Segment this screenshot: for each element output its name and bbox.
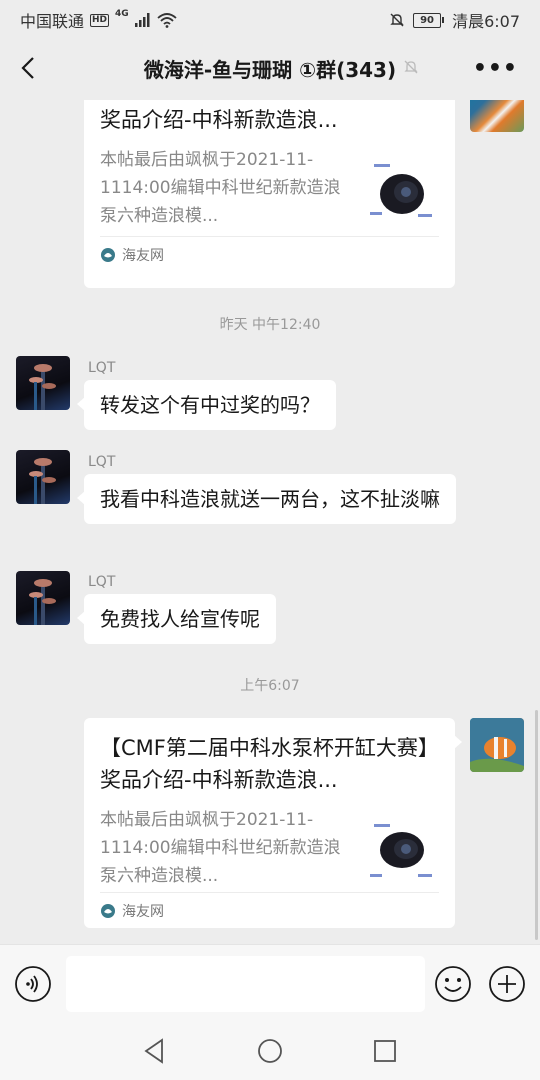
text-message[interactable]: 我看中科造浪就送一两台，这不扯淡嘛 bbox=[77, 474, 456, 524]
message-list[interactable]: 【CMF第二届中科水泵杯开缸大赛】奖品介绍-中科新款造浪... 本帖最后由飒枫于… bbox=[0, 100, 540, 944]
avatar-image bbox=[29, 458, 56, 504]
status-time: 清晨6:07 bbox=[452, 12, 520, 31]
circle-home-icon[interactable] bbox=[255, 1036, 285, 1066]
battery-level: 90 bbox=[413, 12, 442, 28]
chat-header: 微海洋-鱼与珊瑚 ①群(343) ••• bbox=[0, 36, 540, 100]
dnd-bell-icon bbox=[390, 13, 404, 27]
card-source: 海友网 bbox=[100, 236, 439, 265]
scrollbar[interactable] bbox=[535, 710, 538, 940]
timestamp: 上午6:07 bbox=[240, 678, 300, 694]
my-avatar[interactable] bbox=[470, 718, 524, 772]
avatar-image bbox=[470, 718, 524, 772]
card-source-label: 海友网 bbox=[122, 904, 164, 920]
hd-badge: HD bbox=[90, 13, 110, 27]
carrier-label: 中国联通 bbox=[20, 12, 85, 31]
sender-avatar[interactable] bbox=[16, 571, 70, 625]
card-description: 本帖最后由飒枫于2021-11-1114:00编辑中科世纪新款造浪泵六种造浪模.… bbox=[100, 810, 341, 886]
card-source: 海友网 bbox=[100, 892, 439, 921]
sender-name: LQT bbox=[88, 574, 116, 590]
timestamp: 昨天 中午12:40 bbox=[219, 317, 321, 333]
text-message[interactable]: 免费找人给宣传呢 bbox=[77, 594, 276, 644]
chat-title: 微海洋-鱼与珊瑚 ①群(343) bbox=[143, 58, 397, 82]
card-title: 【CMF第二届中科水泵杯开缸大赛】奖品介绍-中科新款造浪... bbox=[100, 736, 439, 792]
battery-indicator: 90 bbox=[413, 12, 445, 28]
bell-muted-icon bbox=[404, 60, 418, 74]
status-bar: 中国联通 HD 4G 90 清晨6:07 bbox=[0, 0, 540, 36]
square-recent-icon[interactable] bbox=[370, 1036, 400, 1066]
card-source-label: 海友网 bbox=[122, 248, 164, 264]
sender-avatar[interactable] bbox=[16, 450, 70, 504]
message-input[interactable] bbox=[66, 956, 425, 1012]
text-message[interactable]: 转发这个有中过奖的吗？ bbox=[77, 380, 336, 430]
wifi-icon bbox=[157, 13, 177, 28]
input-bar bbox=[0, 944, 540, 1025]
pump-thumbnail-image bbox=[366, 156, 438, 228]
my-avatar[interactable] bbox=[470, 100, 524, 132]
network-label: 4G bbox=[115, 9, 129, 19]
triangle-back-icon[interactable] bbox=[140, 1036, 170, 1066]
emoji-icon[interactable] bbox=[434, 965, 472, 1003]
haiyou-logo-icon bbox=[101, 248, 115, 262]
system-nav-bar bbox=[0, 1024, 540, 1080]
more-dots-icon[interactable]: ••• bbox=[473, 56, 518, 81]
link-card-message[interactable]: 【CMF第二届中科水泵杯开缸大赛】奖品介绍-中科新款造浪... 本帖最后由飒枫于… bbox=[84, 100, 455, 288]
sender-name: LQT bbox=[88, 360, 116, 376]
link-card-message[interactable]: 【CMF第二届中科水泵杯开缸大赛】奖品介绍-中科新款造浪... 本帖最后由飒枫于… bbox=[84, 718, 462, 928]
card-description: 本帖最后由飒枫于2021-11-1114:00编辑中科世纪新款造浪泵六种造浪模.… bbox=[100, 150, 341, 226]
signal-icon bbox=[134, 13, 150, 27]
haiyou-logo-icon bbox=[101, 904, 115, 918]
sender-name: LQT bbox=[88, 454, 116, 470]
avatar-image bbox=[29, 579, 56, 625]
card-title: 【CMF第二届中科水泵杯开缸大赛】奖品介绍-中科新款造浪... bbox=[100, 108, 338, 132]
avatar-image bbox=[29, 364, 56, 410]
voice-icon[interactable] bbox=[14, 965, 52, 1003]
plus-icon[interactable] bbox=[488, 965, 526, 1003]
sender-avatar[interactable] bbox=[16, 356, 70, 410]
pump-thumbnail-image bbox=[366, 816, 438, 888]
